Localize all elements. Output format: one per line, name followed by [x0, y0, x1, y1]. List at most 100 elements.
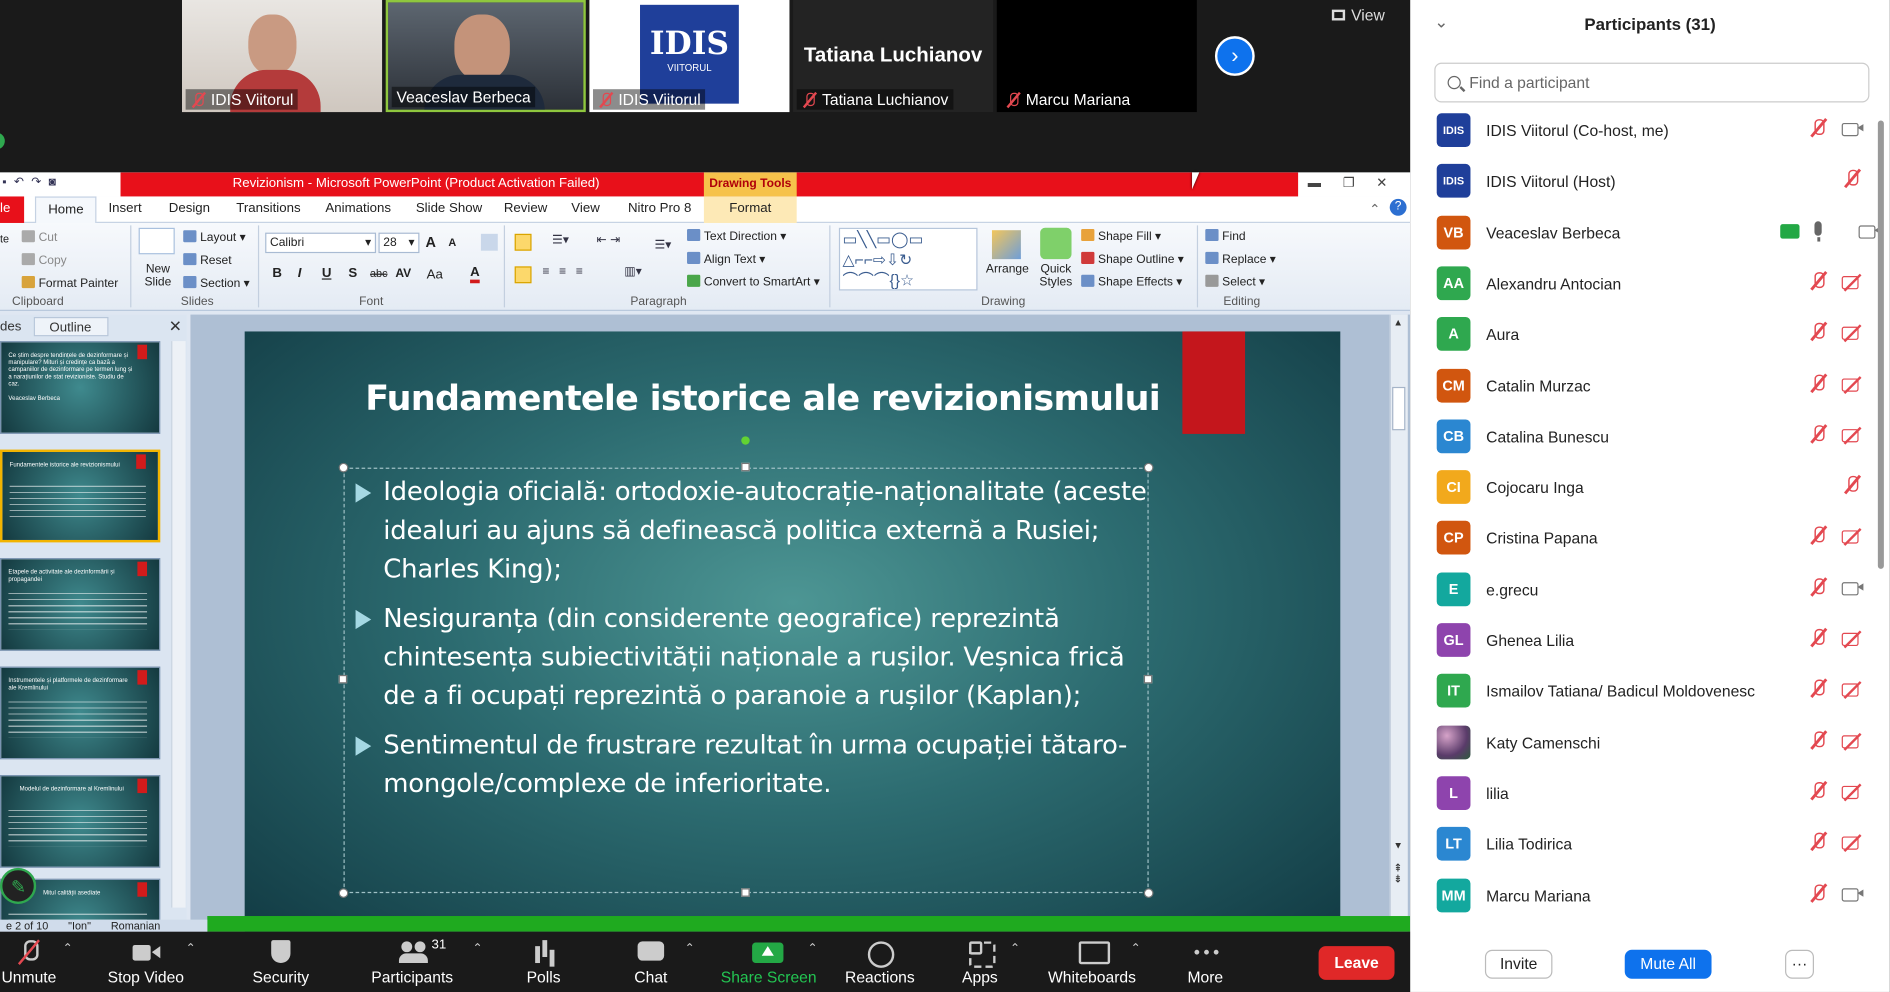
scroll-thumb[interactable]	[1392, 386, 1406, 431]
tab-design[interactable]: Design	[169, 201, 210, 215]
share-screen-button[interactable]: Share Screen	[721, 932, 817, 992]
leave-button[interactable]: Leave	[1318, 946, 1395, 980]
annotate-pen-button[interactable]: ✎	[0, 867, 37, 904]
arrange-button[interactable]: Arrange	[986, 263, 1029, 276]
participants-button[interactable]: 31 Participants	[366, 932, 458, 992]
video-camera-off-icon[interactable]	[1840, 833, 1864, 852]
shape-effects-button[interactable]: Shape Effects ▾	[1081, 274, 1182, 289]
microphone-muted-icon[interactable]	[1809, 424, 1829, 444]
prev-next-slide-icon[interactable]: ⇞ ⇟	[1393, 862, 1402, 885]
tab-format[interactable]: Format	[703, 196, 797, 223]
mute-all-button[interactable]: Mute All	[1624, 949, 1712, 979]
rotate-handle[interactable]	[741, 436, 750, 445]
tab-review[interactable]: Review	[504, 201, 547, 215]
tab-animations[interactable]: Animations	[325, 201, 391, 215]
microphone-muted-icon[interactable]	[1842, 475, 1862, 495]
slide-thumbnail[interactable]: Instrumentele și platformele de dezinfor…	[0, 666, 161, 760]
tab-slides[interactable]: des	[0, 319, 21, 333]
search-input[interactable]: Find a participant	[1434, 62, 1870, 103]
layout-button[interactable]: Layout ▾	[183, 230, 246, 245]
italic-button[interactable]: I	[298, 266, 302, 280]
select-button[interactable]: Select ▾	[1205, 274, 1265, 289]
tab-nitro-pro[interactable]: Nitro Pro 8	[628, 201, 691, 215]
reactions-button[interactable]: Reactions	[844, 932, 916, 992]
chat-button[interactable]: Chat	[624, 932, 677, 992]
microphone-muted-icon[interactable]	[1809, 271, 1829, 291]
participant-row[interactable]: CM Catalin Murzac	[1410, 362, 1880, 413]
microphone-icon[interactable]	[1809, 219, 1829, 242]
next-page-button[interactable]: ›	[1214, 36, 1255, 76]
participant-row[interactable]: IDIS IDIS Viitorul (Host)	[1410, 158, 1880, 209]
microphone-muted-icon[interactable]	[1809, 525, 1829, 545]
tab-outline[interactable]: Outline	[33, 316, 109, 337]
chevron-up-icon[interactable]: ⌃	[808, 943, 818, 956]
resize-handle[interactable]	[1143, 888, 1154, 898]
microphone-muted-icon[interactable]	[1809, 322, 1829, 342]
microphone-muted-icon[interactable]	[1809, 576, 1829, 596]
video-camera-off-icon[interactable]	[1840, 527, 1864, 546]
video-camera-icon[interactable]	[1840, 119, 1864, 138]
participant-row[interactable]: Katy Camenschi	[1410, 719, 1880, 770]
microphone-muted-icon[interactable]	[1809, 882, 1829, 902]
alignment-icons[interactable]: ≡≡≡	[542, 265, 592, 278]
tab-slide-show[interactable]: Slide Show	[416, 201, 482, 215]
text-direction-button[interactable]: Text Direction ▾	[687, 229, 786, 243]
char-spacing-button[interactable]: AV	[395, 268, 411, 281]
more-options-button[interactable]: ···	[1785, 949, 1814, 979]
resize-handle[interactable]	[741, 462, 750, 472]
more-button[interactable]: More	[1181, 932, 1229, 992]
video-camera-off-icon[interactable]	[1840, 629, 1864, 648]
font-size-select[interactable]: 28 ▾	[378, 232, 420, 254]
slide-thumbnail[interactable]: Etapele de activitate ale dezinformării …	[0, 558, 161, 651]
resize-handle[interactable]	[1143, 462, 1154, 473]
participant-row[interactable]: VB Veaceslav Berbeca	[1410, 209, 1881, 260]
change-case-button[interactable]: Aa	[427, 268, 443, 282]
window-controls[interactable]: ▬❐✕	[1308, 175, 1409, 190]
slide-thumbnail[interactable]: Ce știm despre tendințele de dezinformar…	[0, 341, 161, 434]
video-tile-active-speaker[interactable]: Veaceslav Berbeca	[385, 0, 586, 113]
format-painter-button[interactable]: Format Painter	[21, 276, 118, 290]
invite-button[interactable]: Invite	[1484, 949, 1553, 979]
chevron-up-icon[interactable]: ⌃	[1131, 943, 1141, 956]
video-camera-off-icon[interactable]	[1840, 323, 1864, 342]
shape-fill-button[interactable]: Shape Fill ▾	[1081, 229, 1161, 243]
font-color-button[interactable]: A	[470, 265, 480, 284]
indent-icon[interactable]: ⇤ ⇥	[597, 234, 621, 247]
font-name-select[interactable]: Calibri ▾	[265, 232, 377, 254]
video-camera-off-icon[interactable]	[1840, 272, 1864, 291]
video-camera-off-icon[interactable]	[1840, 680, 1864, 699]
scroll-up-icon[interactable]: ▲	[1393, 317, 1403, 328]
tab-file[interactable]: le	[0, 196, 25, 223]
participant-row[interactable]: LT Lilia Todirica	[1410, 821, 1880, 872]
tab-transitions[interactable]: Transitions	[236, 201, 300, 215]
section-button[interactable]: Section ▾	[183, 276, 250, 290]
collapse-ribbon-icon[interactable]: ⌃	[1369, 201, 1380, 216]
bold-button[interactable]: B	[272, 266, 282, 280]
chevron-up-icon[interactable]: ⌃	[685, 943, 695, 956]
smartart-button[interactable]: Convert to SmartArt ▾	[687, 274, 820, 289]
participant-row[interactable]: AA Alexandru Antocian	[1410, 260, 1880, 311]
new-slide-button[interactable]: New Slide	[140, 263, 176, 290]
chevron-up-icon[interactable]: ⌃	[186, 943, 196, 956]
participant-row[interactable]: CP Cristina Papana	[1410, 515, 1880, 566]
unmute-button[interactable]: Unmute	[0, 932, 58, 992]
tab-home[interactable]: Home	[34, 196, 97, 225]
whiteboards-button[interactable]: Whiteboards	[1046, 932, 1138, 992]
clear-formatting-icon[interactable]	[480, 233, 498, 251]
shapes-gallery[interactable]: ▭╲╲▭◯▭ △⌐⌐⇨⇩↻ ⌒⌒⌒{}☆	[838, 227, 978, 291]
video-camera-off-icon[interactable]	[1840, 374, 1864, 393]
shrink-font-button[interactable]: A	[448, 236, 456, 248]
stop-video-button[interactable]: Stop Video	[104, 932, 188, 992]
resize-handle[interactable]	[338, 462, 349, 473]
slide-bullet-list[interactable]: Ideologia oficială: ortodoxie-autocrație…	[353, 474, 1148, 815]
microphone-muted-icon[interactable]	[1809, 729, 1829, 749]
resize-handle[interactable]	[741, 888, 750, 897]
participant-row[interactable]: IT Ismailov Tatiana/ Badicul Moldovenesc	[1410, 668, 1880, 719]
microphone-muted-icon[interactable]	[1809, 627, 1829, 647]
line-spacing-icon[interactable]: ☰▾	[654, 239, 671, 252]
polls-button[interactable]: Polls	[516, 932, 571, 992]
slide-thumbnail-selected[interactable]: Fundamentele istorice ale revizionismulu…	[0, 449, 161, 543]
shape-outline-button[interactable]: Shape Outline ▾	[1081, 251, 1184, 266]
slide-scrollbar[interactable]: ▲ ▼ ⇞ ⇟	[1389, 314, 1408, 932]
numbering-icon[interactable]: ☰▾	[552, 234, 569, 247]
